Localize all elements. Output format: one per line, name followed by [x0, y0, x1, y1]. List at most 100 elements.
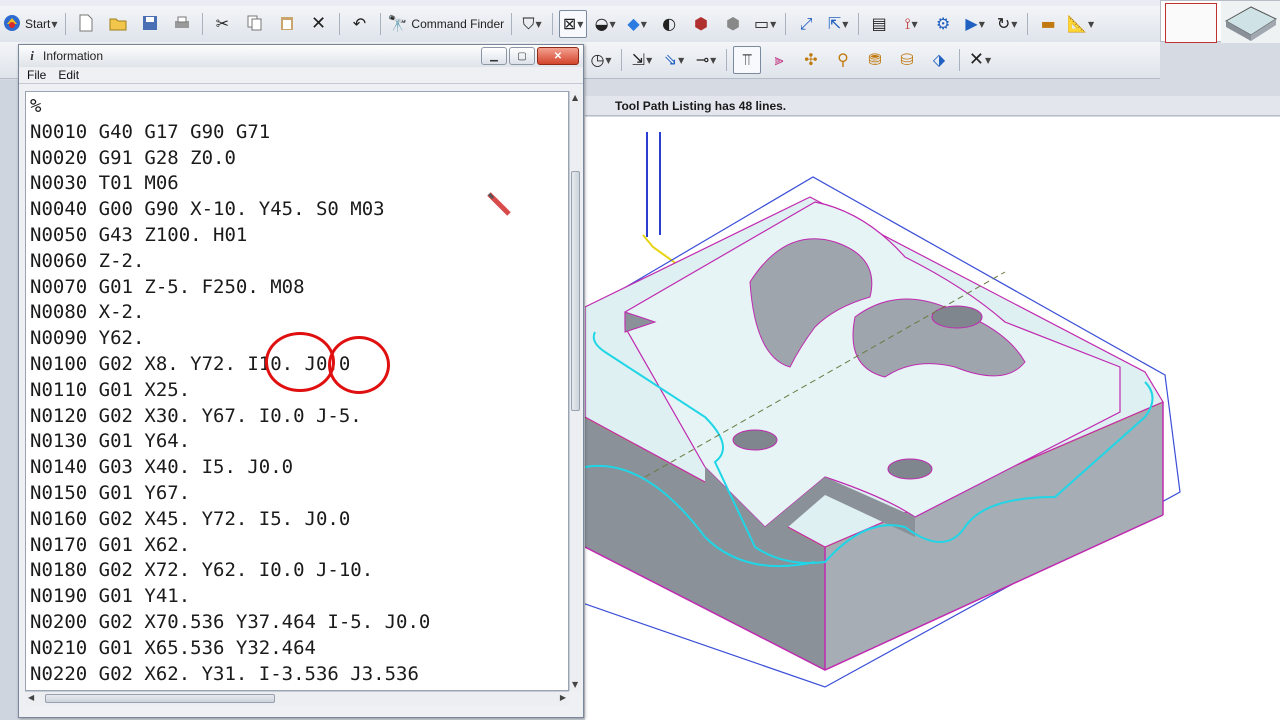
op-type-button[interactable]: ◷ ▼: [587, 46, 615, 74]
tool-button[interactable]: ⫪: [733, 46, 761, 74]
geometry-button[interactable]: ✣: [797, 46, 825, 74]
paste-button[interactable]: [273, 10, 301, 38]
minimize-button[interactable]: ▁: [481, 47, 507, 65]
point-button[interactable]: ⊸ ▼: [692, 46, 720, 74]
render-sphere-icon: ◐: [662, 14, 677, 33]
move-button[interactable]: ⇱ ▼: [824, 10, 852, 38]
sketch-button[interactable]: 📐 ▼: [1066, 10, 1095, 38]
print-button[interactable]: [168, 10, 196, 38]
remove-button[interactable]: ✕ ▼: [966, 46, 994, 74]
open-button[interactable]: [104, 10, 132, 38]
background-panel: [0, 80, 18, 720]
model-preview: [1221, 1, 1280, 43]
start-icon: [3, 14, 21, 35]
move-icon: ⇱: [827, 14, 842, 33]
code-line: N0160 G02 X45. Y72. I5. J0.0: [30, 507, 351, 530]
status-text: Tool Path Listing has 48 lines.: [615, 98, 787, 113]
menu-edit[interactable]: Edit: [58, 68, 79, 82]
snap-button[interactable]: ⇘ ▼: [660, 46, 688, 74]
cut-button[interactable]: ✂: [209, 10, 237, 38]
code-line: N0040 G00 G90 X-10. Y45. S0 M03: [30, 198, 385, 221]
measure-button[interactable]: ▬: [1034, 10, 1062, 38]
geometry-icon: ✣: [804, 50, 818, 69]
vertical-scroll-thumb[interactable]: [571, 171, 580, 411]
hole-1: [732, 429, 778, 451]
tool-library-button[interactable]: ⫸: [765, 46, 793, 74]
scroll-right-icon[interactable]: ▶: [560, 693, 566, 702]
code-line: N0050 G43 Z100. H01: [30, 223, 248, 246]
wcs-button[interactable]: ⤢: [792, 10, 820, 38]
new-file-button[interactable]: [72, 10, 100, 38]
arrow-icon: ⇲: [631, 50, 646, 69]
standard-toolbar: Start ▼ ✂ ✕ ↶ 🔭 Command Finder ⛉ ▼ ⊠ ▼ ◒ ▼ ◆…: [0, 6, 1160, 43]
menu-file[interactable]: File: [27, 68, 46, 82]
shop-doc-button[interactable]: ⬗: [925, 46, 953, 74]
window-title: Information: [43, 49, 104, 63]
close-button[interactable]: ✕: [537, 47, 579, 65]
generate-path-button[interactable]: ▶ ▼: [961, 10, 989, 38]
cad-model: [585, 132, 1181, 688]
operation-icon: ⚙: [935, 14, 951, 33]
annotation-circle-i: [265, 332, 335, 392]
analysis-button[interactable]: ⟟ ▼: [897, 10, 925, 38]
method-button[interactable]: ⚲: [829, 46, 857, 74]
preview-thumbnail: [1160, 0, 1280, 43]
fit-view-button[interactable]: ⊠ ▼: [559, 10, 588, 38]
open-folder-icon: [109, 15, 127, 34]
maximize-icon: ▢: [517, 50, 527, 62]
copy-button[interactable]: [241, 10, 269, 38]
code-line: N0120 G02 X30. Y67. I0.0 J-5.: [30, 404, 362, 427]
postprocess-button[interactable]: ⛁: [893, 46, 921, 74]
undo-button[interactable]: ↶: [346, 10, 374, 38]
operation-nav-button[interactable]: ⚙: [929, 10, 957, 38]
information-titlebar[interactable]: i Information ▁ ▢ ✕: [19, 45, 583, 67]
verify-button[interactable]: ↻ ▼: [993, 10, 1021, 38]
hidden-style-button[interactable]: ⬢: [719, 10, 747, 38]
delete-button[interactable]: ✕: [305, 10, 333, 38]
sheet-preview: [1165, 3, 1217, 43]
save-button[interactable]: [136, 10, 164, 38]
code-line: %: [30, 95, 42, 117]
scroll-up-icon[interactable]: ▲: [572, 93, 578, 102]
annotation-circle-j: [328, 336, 390, 394]
command-finder-icon: 🔭: [387, 14, 408, 33]
snap-icon: ⇘: [663, 50, 678, 69]
tool-path-listing[interactable]: % N0010 G40 G17 G90 G71 N0020 G91 G28 Z0.0…: [25, 91, 569, 691]
command-finder-label: Command Finder: [411, 17, 505, 31]
background-button[interactable]: ▭ ▼: [751, 10, 779, 38]
program-button[interactable]: ⛃: [861, 46, 889, 74]
tool-icon: ⫪: [742, 50, 752, 69]
scroll-left-icon[interactable]: ◀: [28, 693, 34, 702]
horizontal-scroll-thumb[interactable]: [45, 694, 275, 703]
layer-button[interactable]: ▤: [865, 10, 893, 38]
vertical-scrollbar[interactable]: ▲ ▼: [569, 91, 581, 691]
code-line: N0070 G01 Z-5. F250. M08: [30, 275, 305, 298]
cube-icon: ◆: [627, 14, 640, 33]
information-window[interactable]: i Information ▁ ▢ ✕ File Edit % N0010 G40…: [18, 44, 584, 718]
new-file-icon: [78, 14, 94, 35]
scroll-down-icon[interactable]: ▼: [572, 680, 578, 689]
start-button[interactable]: Start ▼: [2, 10, 59, 38]
code-line: N0030 T01 M06: [30, 172, 179, 195]
code-line: N0080 X-2.: [30, 301, 145, 324]
verify-icon: ↻: [996, 14, 1011, 33]
graphics-window[interactable]: [585, 117, 1280, 720]
code-line: N0200 G02 X70.536 Y37.464 I-5. J0.0: [30, 610, 431, 633]
view-orient-button[interactable]: ◒ ▼: [591, 10, 619, 38]
render-style-button[interactable]: ◐: [655, 10, 683, 38]
code-line: N0170 G01 X62.: [30, 533, 191, 556]
code-line: N0020 G91 G28 Z0.0: [30, 146, 236, 169]
command-finder-button[interactable]: 🔭 Command Finder: [387, 10, 506, 38]
status-line: Tool Path Listing has 48 lines.: [585, 96, 1280, 116]
edge-cube-icon: ⬢: [694, 14, 709, 33]
program-icon: ⛃: [868, 50, 882, 69]
code-line: N0130 G01 Y64.: [30, 430, 191, 453]
ruler-icon: 📐: [1067, 14, 1088, 33]
shaded-view-button[interactable]: ◆ ▼: [623, 10, 651, 38]
code-line: N0180 G02 X72. Y62. I0.0 J-10.: [30, 559, 374, 582]
selection-arrow-button[interactable]: ⇲ ▼: [628, 46, 656, 74]
horizontal-scrollbar[interactable]: ◀ ▶: [25, 691, 569, 705]
select-filter-button[interactable]: ⛉ ▼: [518, 10, 546, 38]
maximize-button[interactable]: ▢: [509, 47, 535, 65]
edge-style-button[interactable]: ⬢: [687, 10, 715, 38]
